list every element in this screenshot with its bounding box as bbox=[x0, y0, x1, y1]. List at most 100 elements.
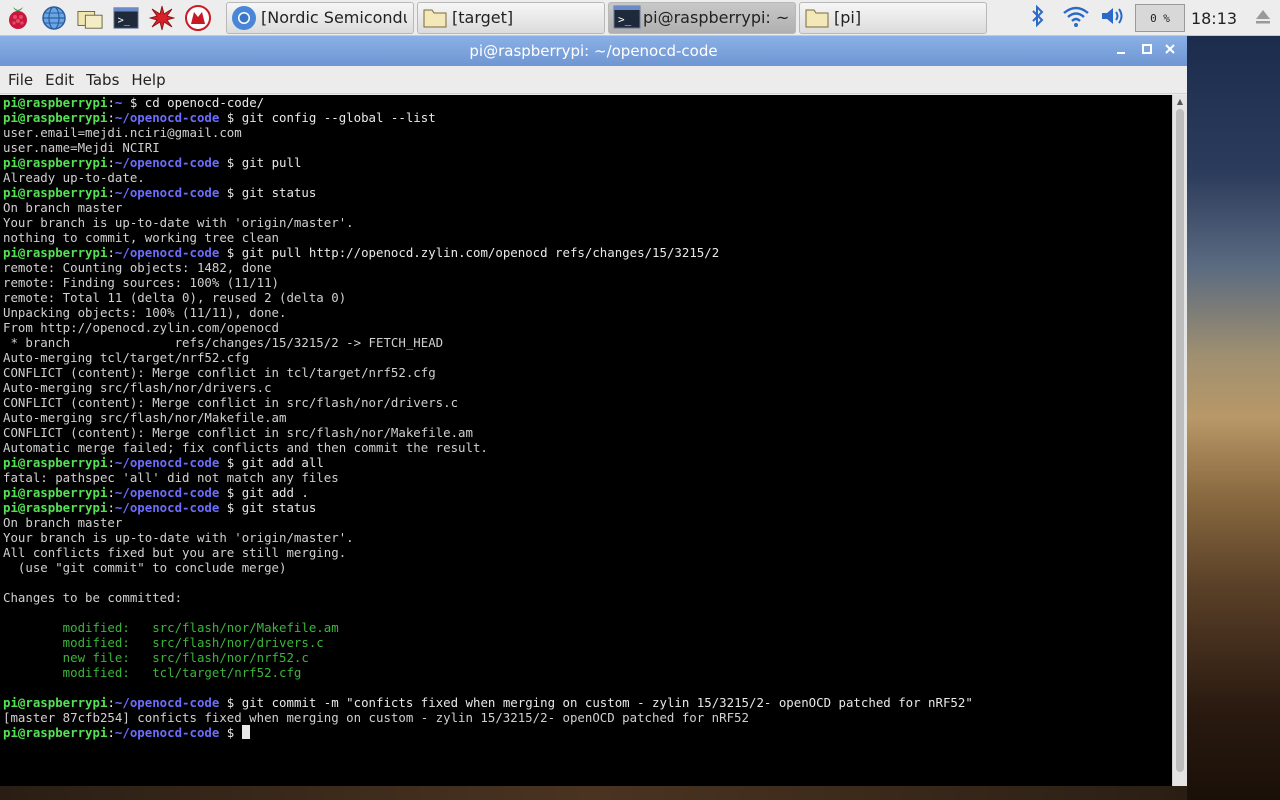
prompt-path: ~/openocd-code bbox=[114, 485, 220, 500]
task-target-folder[interactable]: [target] bbox=[417, 1, 605, 34]
close-button[interactable] bbox=[1161, 42, 1179, 60]
mathematica-launcher[interactable] bbox=[144, 0, 180, 36]
maximize-button[interactable] bbox=[1138, 42, 1156, 60]
prompt-user: pi@raspberrypi bbox=[3, 155, 108, 170]
menu-tabs[interactable]: Tabs bbox=[80, 71, 125, 89]
menu-launcher[interactable] bbox=[0, 0, 36, 36]
output-line: Changes to be committed: bbox=[3, 590, 183, 605]
terminal-window: pi@raspberrypi: ~/openocd-code File Edit… bbox=[0, 36, 1187, 786]
command-text: git commit -m "conficts fixed when mergi… bbox=[241, 695, 973, 710]
output-line: All conflicts fixed but you are still me… bbox=[3, 545, 347, 560]
output-line: nothing to commit, working tree clean bbox=[3, 230, 280, 245]
globe-icon bbox=[41, 5, 67, 31]
chromium-icon bbox=[231, 5, 257, 31]
scroll-up-icon[interactable]: ▲ bbox=[1173, 95, 1187, 107]
desktop-wallpaper bbox=[1187, 36, 1280, 800]
volume-tray[interactable] bbox=[1097, 0, 1129, 36]
prompt-line: pi@raspberrypi:~/openocd-code $ git conf… bbox=[3, 110, 436, 125]
bluetooth-tray[interactable] bbox=[1024, 0, 1052, 36]
folder-icon bbox=[422, 5, 448, 31]
output-line: modified: tcl/target/nrf52.cfg bbox=[3, 665, 302, 680]
task-pi-folder[interactable]: [pi] bbox=[799, 1, 987, 34]
prompt-path: ~/openocd-code bbox=[114, 725, 220, 740]
prompt-path: ~/openocd-code bbox=[114, 455, 220, 470]
output-line: user.email=mejdi.nciri@gmail.com bbox=[3, 125, 242, 140]
menu-file[interactable]: File bbox=[2, 71, 39, 89]
output-line: fatal: pathspec 'all' did not match any … bbox=[3, 470, 339, 485]
maximize-icon bbox=[1141, 43, 1153, 59]
menu-help[interactable]: Help bbox=[125, 71, 171, 89]
prompt-path: ~/openocd-code bbox=[114, 695, 220, 710]
prompt-line: pi@raspberrypi:~/openocd-code $ git stat… bbox=[3, 185, 317, 200]
output-line: modified: src/flash/nor/Makefile.am bbox=[3, 620, 339, 635]
output-line: (use "git commit" to conclude merge) bbox=[3, 560, 287, 575]
cpu-usage-value: 0 % bbox=[1150, 11, 1170, 25]
prompt-user: pi@raspberrypi bbox=[3, 485, 108, 500]
command-text: git config --global --list bbox=[241, 110, 436, 125]
scrollbar-thumb[interactable] bbox=[1176, 109, 1184, 772]
terminal-output[interactable]: pi@raspberrypi:~ $ cd openocd-code/pi@ra… bbox=[0, 95, 1172, 786]
prompt-user: pi@raspberrypi bbox=[3, 95, 108, 110]
prompt-path: ~/openocd-code bbox=[114, 500, 220, 515]
output-line: [master 87cfb254] conficts fixed when me… bbox=[3, 710, 749, 725]
minimize-icon bbox=[1115, 43, 1127, 59]
output-line: Already up-to-date. bbox=[3, 170, 145, 185]
output-line: remote: Finding sources: 100% (11/11) bbox=[3, 275, 280, 290]
output-line: remote: Total 11 (delta 0), reused 2 (de… bbox=[3, 290, 347, 305]
terminal-icon: >_ bbox=[113, 5, 139, 31]
task-chromium[interactable]: [Nordic Semiconduc… bbox=[226, 1, 414, 34]
eject-icon bbox=[1254, 7, 1272, 29]
menu-edit[interactable]: Edit bbox=[39, 71, 80, 89]
output-line: remote: Counting objects: 1482, done bbox=[3, 260, 272, 275]
menubar: File Edit Tabs Help bbox=[0, 66, 1187, 94]
output-line: modified: src/flash/nor/drivers.c bbox=[3, 635, 324, 650]
output-line: * branch refs/changes/15/3215/2 -> FETCH… bbox=[3, 335, 444, 350]
task-label: [target] bbox=[452, 8, 514, 27]
raspberry-menu-icon bbox=[5, 5, 31, 31]
task-label: pi@raspberrypi: ~/o… bbox=[643, 8, 789, 27]
output-line: Unpacking objects: 100% (11/11), done. bbox=[3, 305, 287, 320]
desktop-wallpaper-bottom bbox=[0, 786, 1187, 800]
prompt-line: pi@raspberrypi:~/openocd-code $ git add … bbox=[3, 455, 324, 470]
output-line: new file: src/flash/nor/nrf52.c bbox=[3, 650, 309, 665]
output-line: On branch master bbox=[3, 200, 123, 215]
output-line: CONFLICT (content): Merge conflict in sr… bbox=[3, 425, 473, 440]
wifi-icon bbox=[1062, 4, 1090, 32]
minimize-button[interactable] bbox=[1112, 42, 1130, 60]
taskbar: >_ [Nordic Semiconduc… bbox=[0, 0, 1280, 36]
prompt-user: pi@raspberrypi bbox=[3, 695, 108, 710]
output-line: Automatic merge failed; fix conflicts an… bbox=[3, 440, 488, 455]
prompt-line: pi@raspberrypi:~/openocd-code $ git pull… bbox=[3, 245, 720, 260]
terminal-icon: >_ bbox=[613, 5, 641, 31]
wifi-tray[interactable] bbox=[1060, 0, 1092, 36]
output-line: Auto-merging src/flash/nor/drivers.c bbox=[3, 380, 272, 395]
terminal-scrollbar[interactable]: ▲ bbox=[1172, 95, 1187, 786]
terminal-launcher[interactable]: >_ bbox=[108, 0, 144, 36]
clock[interactable]: 18:13 bbox=[1190, 0, 1238, 36]
output-line: From http://openocd.zylin.com/openocd bbox=[3, 320, 280, 335]
prompt-path: ~/openocd-code bbox=[114, 110, 220, 125]
wolf-icon bbox=[185, 4, 211, 31]
prompt-user: pi@raspberrypi bbox=[3, 110, 108, 125]
spiky-star-icon bbox=[149, 5, 175, 31]
output-line: Your branch is up-to-date with 'origin/m… bbox=[3, 530, 354, 545]
web-browser-launcher[interactable] bbox=[36, 0, 72, 36]
window-titlebar[interactable]: pi@raspberrypi: ~/openocd-code bbox=[0, 36, 1187, 66]
wolfram-launcher[interactable] bbox=[180, 0, 216, 36]
folders-icon bbox=[77, 5, 103, 31]
prompt-line: pi@raspberrypi:~/openocd-code $ bbox=[3, 725, 1172, 740]
cpu-usage-monitor[interactable]: 0 % bbox=[1135, 4, 1185, 32]
output-line: user.name=Mejdi NCIRI bbox=[3, 140, 160, 155]
command-text: git add all bbox=[241, 455, 324, 470]
command-text: cd openocd-code/ bbox=[144, 95, 265, 110]
eject-tray[interactable] bbox=[1250, 0, 1276, 36]
prompt-user: pi@raspberrypi bbox=[3, 725, 108, 740]
speaker-icon bbox=[1099, 4, 1127, 32]
file-manager-launcher[interactable] bbox=[72, 0, 108, 36]
output-line: Auto-merging src/flash/nor/Makefile.am bbox=[3, 410, 287, 425]
prompt-user: pi@raspberrypi bbox=[3, 455, 108, 470]
task-label: [Nordic Semiconduc… bbox=[261, 8, 407, 27]
task-terminal[interactable]: >_ pi@raspberrypi: ~/o… bbox=[608, 1, 796, 34]
